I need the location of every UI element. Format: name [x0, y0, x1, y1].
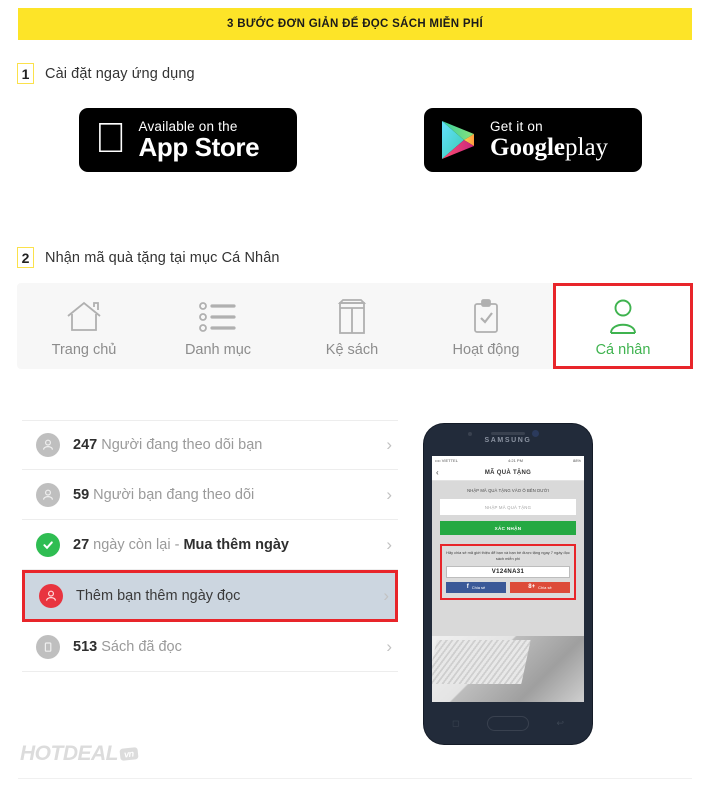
- step-1-header: 1 Cài đặt ngay ứng dụng: [17, 63, 195, 84]
- chevron-right-icon: ›: [386, 484, 392, 504]
- google-play-triangle-icon: [442, 121, 474, 159]
- list-item-label: Người đang theo dõi bạn: [101, 437, 263, 453]
- footer-divider: [18, 778, 692, 779]
- phone-screen: •••• VIETTEL 4:21 PM 88% ‹ MÃ QUÀ TẶNG N…: [432, 456, 584, 702]
- step-1-number: 1: [17, 63, 34, 84]
- book-circle-icon: [36, 634, 60, 659]
- tab-trang-chu[interactable]: Trang chủ: [17, 283, 151, 369]
- gift-code-instruction: NHẬP MÃ QUÀ TẶNG VÀO Ô BÊN DƯỚI: [467, 488, 549, 493]
- status-carrier: •••• VIETTEL: [435, 458, 458, 463]
- chevron-right-icon: ›: [386, 636, 392, 656]
- tab-label: Kệ sách: [325, 342, 379, 358]
- list-item[interactable]: 513 Sách đã đọc ›: [22, 622, 398, 672]
- home-icon: [64, 294, 104, 340]
- chevron-right-icon: ›: [386, 534, 392, 554]
- background-photo: [432, 636, 584, 702]
- hotdeal-logo-tld: vn: [119, 747, 139, 761]
- gift-code-input[interactable]: NHẬP MÃ QUÀ TẶNG: [440, 499, 576, 515]
- tab-ca-nhan[interactable]: Cá nhân: [553, 283, 693, 369]
- person-circle-icon: [39, 584, 63, 608]
- list-item-label: Người bạn đang theo dõi: [93, 486, 255, 503]
- list-item-them-ban[interactable]: Thêm bạn thêm ngày đọc ›: [22, 570, 398, 622]
- person-circle-icon: [36, 433, 60, 457]
- chevron-right-icon: ›: [383, 586, 389, 605]
- header-banner: 3 BƯỚC ĐƠN GIẢN ĐỂ ĐỌC SÁCH MIỄN PHÍ: [18, 8, 692, 40]
- apple-icon: : [95, 117, 127, 159]
- step-2-header: 2 Nhận mã quà tặng tại mục Cá Nhân: [17, 247, 280, 268]
- gift-code-form: NHẬP MÃ QUÀ TẶNG VÀO Ô BÊN DƯỚI NHẬP MÃ …: [432, 481, 584, 600]
- tab-label: Danh mục: [184, 342, 252, 358]
- tab-hoat-dong[interactable]: Hoạt động: [419, 283, 553, 369]
- app-tab-bar: Trang chủ Danh mục Kệ sách Hoạt động Cá …: [17, 283, 693, 369]
- banner-title: 3 BƯỚC ĐƠN GIẢN ĐỂ ĐỌC SÁCH MIỄN PHÍ: [227, 18, 483, 30]
- facebook-icon: f: [466, 584, 469, 591]
- recents-key-icon[interactable]: ◻: [452, 718, 459, 729]
- facebook-share-label: Chia sẻ: [471, 584, 486, 590]
- google-play-play-label: play: [565, 133, 609, 161]
- list-item-action-label: Mua thêm ngày: [183, 536, 289, 553]
- phone-nav-bar: ‹ MÃ QUÀ TẶNG: [432, 465, 584, 481]
- status-battery: 88%: [572, 458, 581, 463]
- home-button[interactable]: [487, 715, 529, 731]
- list-item[interactable]: 27 ngày còn lại - Mua thêm ngày ›: [22, 520, 398, 570]
- person-icon: [606, 294, 640, 340]
- google-share-label: Chia sẻ: [538, 584, 552, 590]
- share-referral-box: Hãy chia sẻ mã giới thiệu để bạn và bạn …: [440, 544, 576, 600]
- person-circle-icon: [36, 482, 60, 507]
- clipboard-check-icon: [470, 294, 502, 340]
- list-item-label: Thêm bạn thêm ngày đọc: [76, 588, 241, 604]
- phone-status-bar: •••• VIETTEL 4:21 PM 88%: [432, 456, 584, 465]
- back-key-icon[interactable]: ↩: [556, 718, 564, 729]
- proximity-sensor-icon: [468, 432, 472, 436]
- hotdeal-logo-text: HOTDEAL: [20, 742, 119, 765]
- google-play-small-label: Get it on: [490, 119, 543, 135]
- google-share-button[interactable]: 8+ Chia sẻ: [510, 581, 570, 593]
- tab-label: Cá nhân: [595, 342, 651, 358]
- profile-list: 247 Người đang theo dõi bạn › 59 Người b…: [22, 420, 398, 672]
- list-item[interactable]: 247 Người đang theo dõi bạn ›: [22, 420, 398, 470]
- referral-code-value: V124NA31: [446, 565, 570, 578]
- phone-top-bezel: SAMSUNG: [424, 424, 592, 450]
- check-circle-icon: [36, 532, 60, 557]
- book-icon: [335, 294, 369, 340]
- tab-label: Trang chủ: [51, 342, 117, 358]
- hotdeal-logo: HOTDEAL vn: [20, 742, 139, 766]
- earpiece-speaker: [491, 432, 525, 435]
- step-2-label: Nhận mã quà tặng tại mục Cá Nhân: [45, 249, 280, 266]
- app-store-big-label: App Store: [107, 132, 260, 163]
- google-plus-icon: 8+: [528, 584, 536, 591]
- list-icon: [196, 294, 240, 340]
- list-item-label: Sách đã đọc: [101, 638, 182, 655]
- confirm-button[interactable]: XÁC NHẬN: [440, 521, 576, 535]
- list-item-count: 247: [73, 437, 98, 453]
- step-1-label: Cài đặt ngay ứng dụng: [45, 65, 195, 82]
- facebook-share-button[interactable]: f Chia sẻ: [446, 581, 506, 593]
- list-item-count: 59: [73, 486, 90, 503]
- list-item-label: ngày còn lại -: [93, 536, 184, 553]
- phone-mockup: SAMSUNG •••• VIETTEL 4:21 PM 88% ‹ MÃ QU…: [424, 424, 592, 744]
- phone-bottom-bezel: ◻ ↩: [424, 702, 592, 744]
- list-item-count: 27: [73, 536, 90, 553]
- tab-label: Hoạt động: [452, 342, 520, 358]
- google-play-badge[interactable]: Get it on Googleplay: [424, 108, 642, 172]
- share-instruction: Hãy chia sẻ mã giới thiệu để bạn và bạn …: [446, 550, 570, 561]
- tab-ke-sach[interactable]: Kệ sách: [285, 283, 419, 369]
- list-item[interactable]: 59 Người bạn đang theo dõi ›: [22, 470, 398, 520]
- chevron-right-icon: ›: [386, 435, 392, 454]
- phone-screen-title: MÃ QUÀ TẶNG: [484, 469, 532, 476]
- status-clock: 4:21 PM: [508, 458, 523, 463]
- phone-brand-label: SAMSUNG: [484, 436, 532, 444]
- chevron-left-icon[interactable]: ‹: [436, 468, 439, 477]
- app-store-badge[interactable]:  Available on the App Store: [79, 108, 297, 172]
- step-2-number: 2: [17, 247, 34, 268]
- tab-danh-muc[interactable]: Danh mục: [151, 283, 285, 369]
- front-camera-icon: [532, 430, 539, 437]
- list-item-count: 513: [73, 638, 98, 655]
- google-play-big-label: Google: [490, 133, 565, 161]
